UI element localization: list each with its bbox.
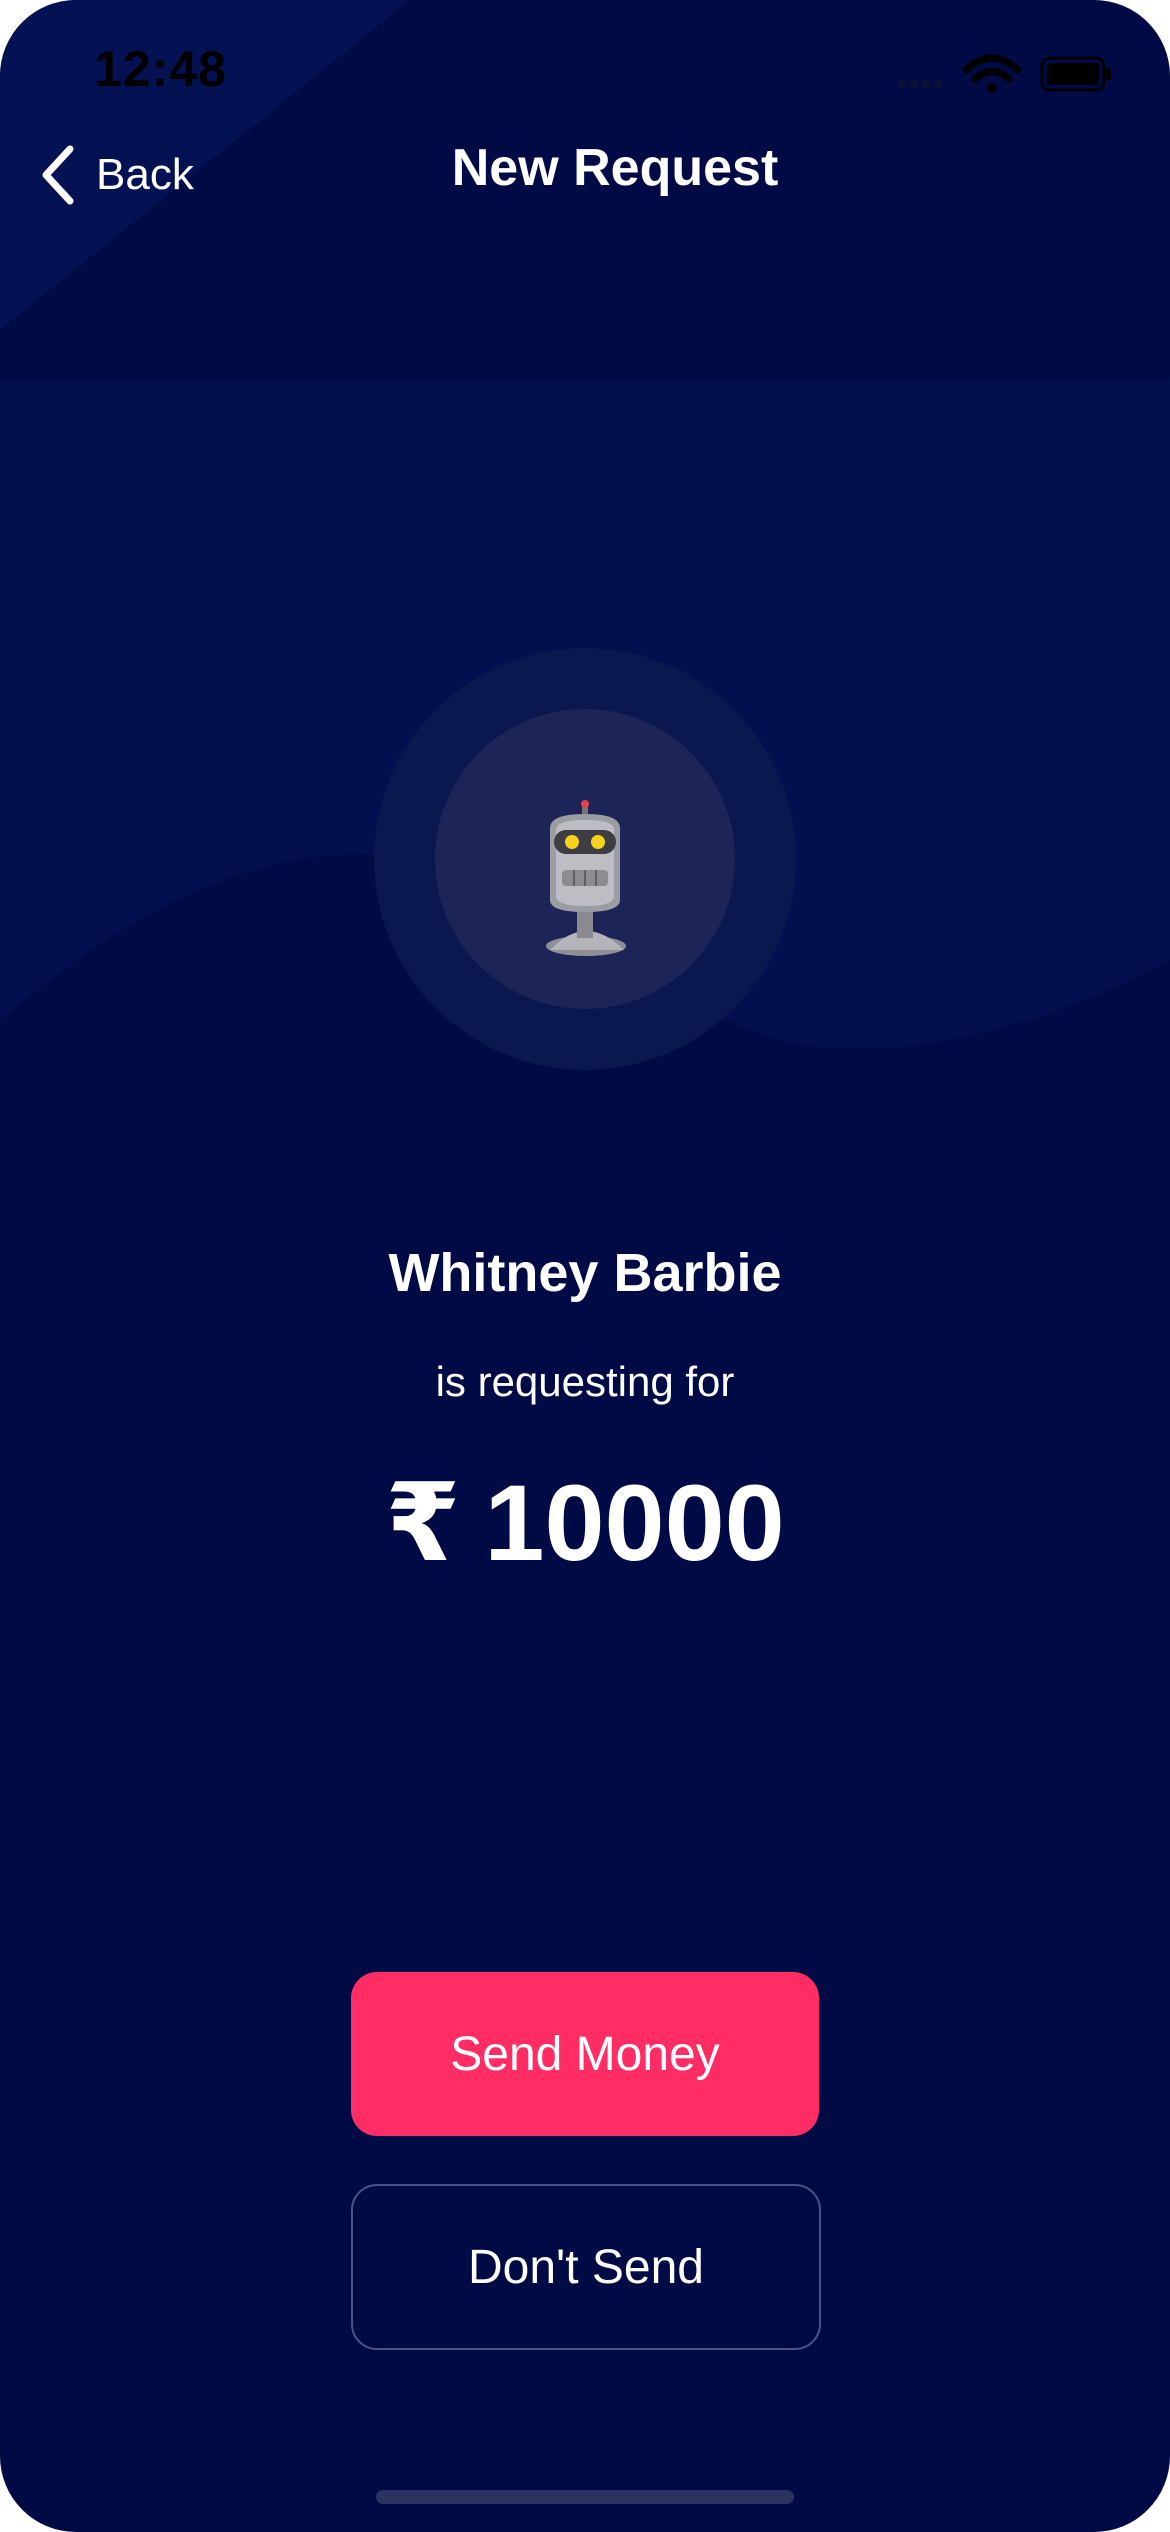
- dont-send-button[interactable]: Don't Send: [351, 2184, 821, 2350]
- page-title: New Request: [451, 139, 779, 197]
- requester-name: Whitney Barbie: [388, 1243, 782, 1303]
- screen: 12:48 Back New Request Whitney Barbie is…: [0, 0, 1170, 2532]
- requesting-label: is requesting for: [435, 1358, 735, 1405]
- requested-amount: ₹10000: [0, 1460, 1170, 1586]
- battery-icon: [1040, 56, 1111, 92]
- amount-value: 10000: [484, 1462, 785, 1583]
- home-indicator: [376, 2490, 794, 2504]
- currency-symbol: ₹: [385, 1461, 461, 1586]
- send-money-label: Send Money: [450, 2027, 720, 2081]
- wifi-icon: [962, 54, 1022, 93]
- send-money-button[interactable]: Send Money: [351, 1972, 819, 2136]
- dont-send-label: Don't Send: [468, 2240, 704, 2294]
- cellular-signal-icon: [898, 80, 942, 88]
- status-time: 12:48: [94, 41, 227, 97]
- robot-avatar-icon: [546, 800, 626, 956]
- status-icons: [898, 54, 1111, 93]
